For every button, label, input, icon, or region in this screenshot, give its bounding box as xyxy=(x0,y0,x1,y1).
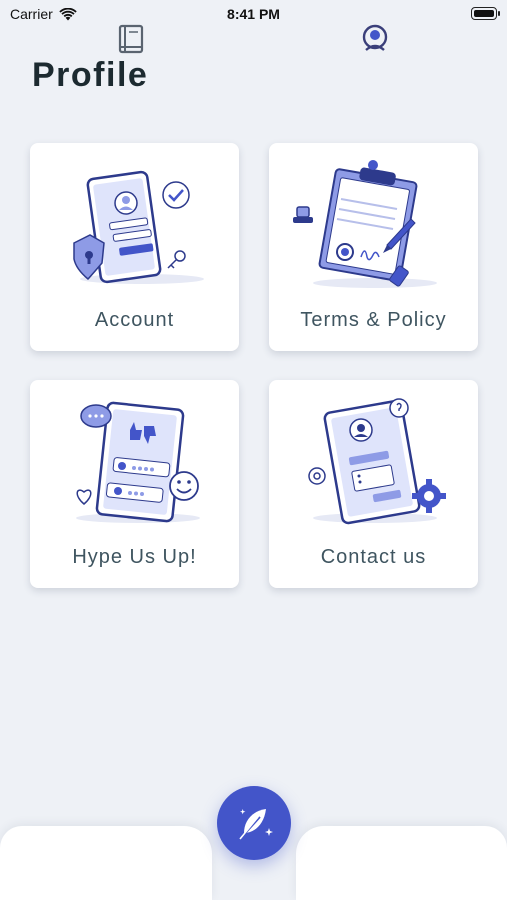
hype-illustration-icon xyxy=(76,401,200,523)
bottom-nav-left-panel xyxy=(0,826,212,900)
terms-illustration-icon xyxy=(293,160,437,288)
contact-illustration-icon xyxy=(308,398,446,525)
feather-button[interactable] xyxy=(217,786,291,860)
profile-icon[interactable] xyxy=(359,22,391,56)
bottom-nav-right-panel xyxy=(296,826,507,900)
terms-policy-card[interactable]: Terms & Policy xyxy=(269,143,478,351)
account-illustration-icon xyxy=(73,170,204,284)
contact-us-label: Contact us xyxy=(320,546,427,568)
terms-policy-label: Terms & Policy xyxy=(300,309,447,331)
profile-options-grid: Account Terms & Policy Hype Us Up! Conta… xyxy=(30,143,478,588)
hype-us-up-label: Hype Us Up! xyxy=(72,546,197,568)
hype-us-up-card[interactable]: Hype Us Up! xyxy=(30,380,239,588)
account-label: Account xyxy=(94,309,175,331)
battery-icon xyxy=(471,7,500,20)
feather-icon xyxy=(239,809,273,840)
page-title: Profile xyxy=(32,56,149,94)
account-card[interactable]: Account xyxy=(30,143,239,351)
book-icon[interactable] xyxy=(116,22,148,56)
status-bar: Carrier 8:41 PM xyxy=(0,0,507,28)
contact-us-card[interactable]: Contact us xyxy=(269,380,478,588)
status-right xyxy=(471,7,500,20)
status-time: 8:41 PM xyxy=(227,6,280,22)
